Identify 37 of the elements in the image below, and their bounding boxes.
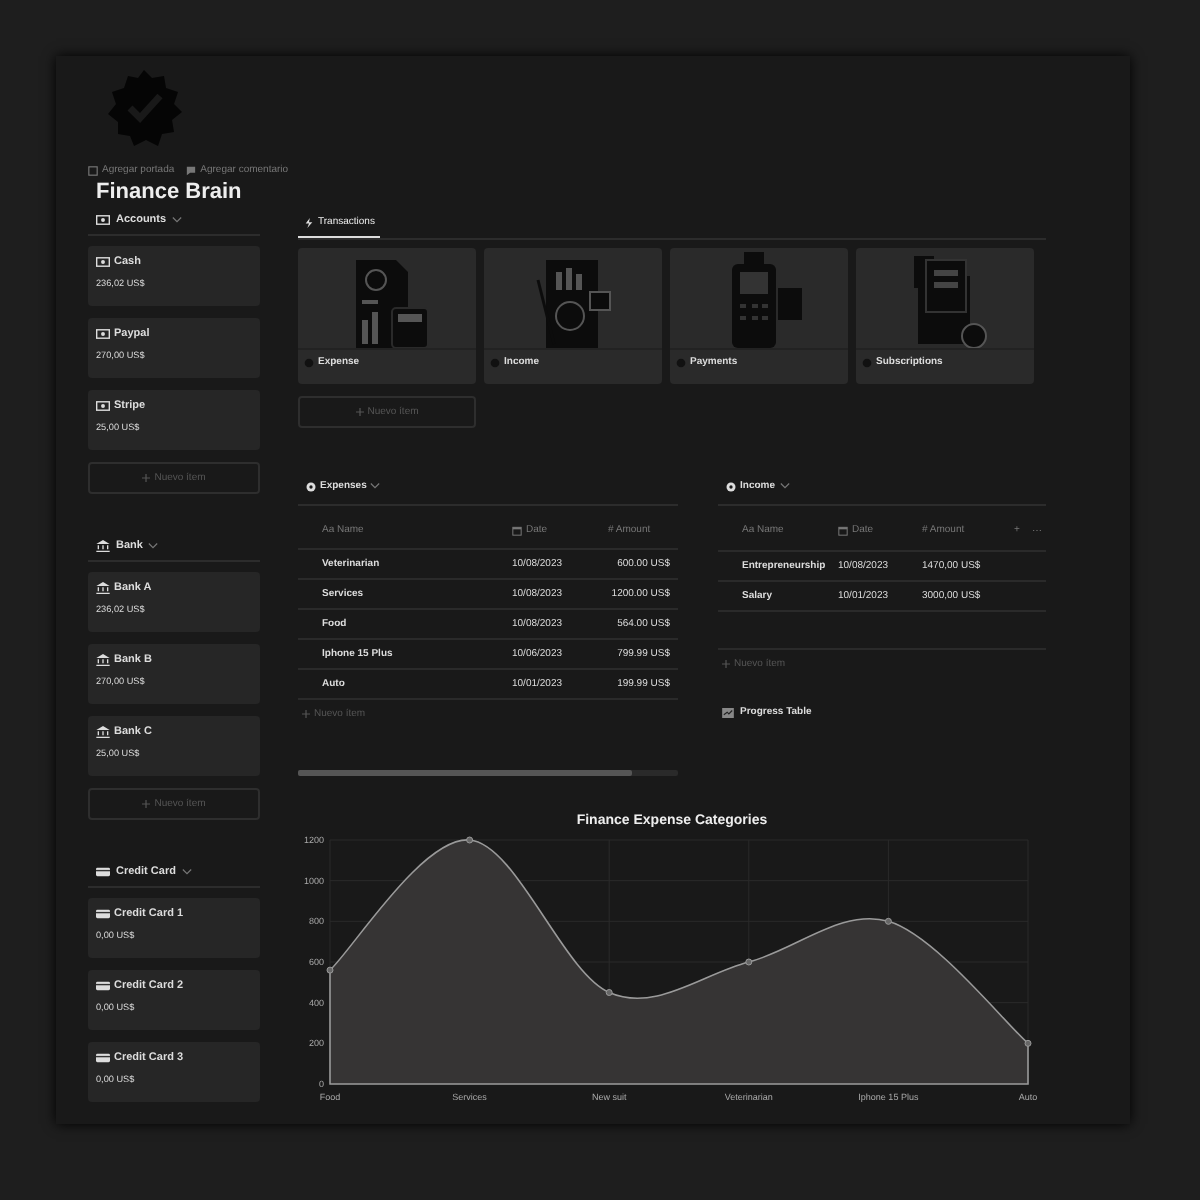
calendar-icon (838, 525, 848, 535)
data-point (884, 917, 892, 925)
bank-icon (96, 540, 110, 552)
bank-icon (96, 582, 110, 594)
plus-icon (302, 709, 310, 718)
chevron-down-icon (172, 216, 183, 224)
banknote-icon (96, 400, 110, 412)
card-terminal-drawing (731, 252, 801, 348)
data-point (1024, 1039, 1032, 1047)
credit-card-icon (96, 980, 110, 992)
data-point (326, 966, 334, 974)
credit-card-icon (96, 908, 110, 920)
chevron-down-icon (181, 868, 192, 876)
chevron-down-icon (148, 542, 159, 550)
banknote-icon (96, 214, 110, 226)
image-icon (88, 165, 98, 175)
horizontal-scrollbar[interactable] (298, 770, 678, 776)
bank-icon (96, 654, 110, 666)
data-point (466, 836, 474, 844)
chevron-down-icon (370, 482, 381, 490)
credit-card-icon (96, 1052, 110, 1064)
comment-icon (186, 165, 197, 175)
bank-icon (96, 726, 110, 738)
page-title: Finance Brain (96, 180, 244, 204)
lightning-icon (304, 217, 314, 227)
plus-icon (722, 659, 730, 668)
report-chart-drawing (535, 260, 610, 348)
banknote-icon (96, 328, 110, 340)
invoice-calculator-drawing (355, 260, 428, 348)
chart-icon (722, 707, 734, 717)
data-point (605, 989, 613, 996)
banknote-icon (96, 256, 110, 268)
data-point (745, 958, 753, 966)
calendar-icon (512, 525, 522, 535)
chevron-down-icon (779, 482, 790, 490)
subscription-document-drawing (913, 256, 986, 348)
credit-card-icon (96, 866, 110, 878)
